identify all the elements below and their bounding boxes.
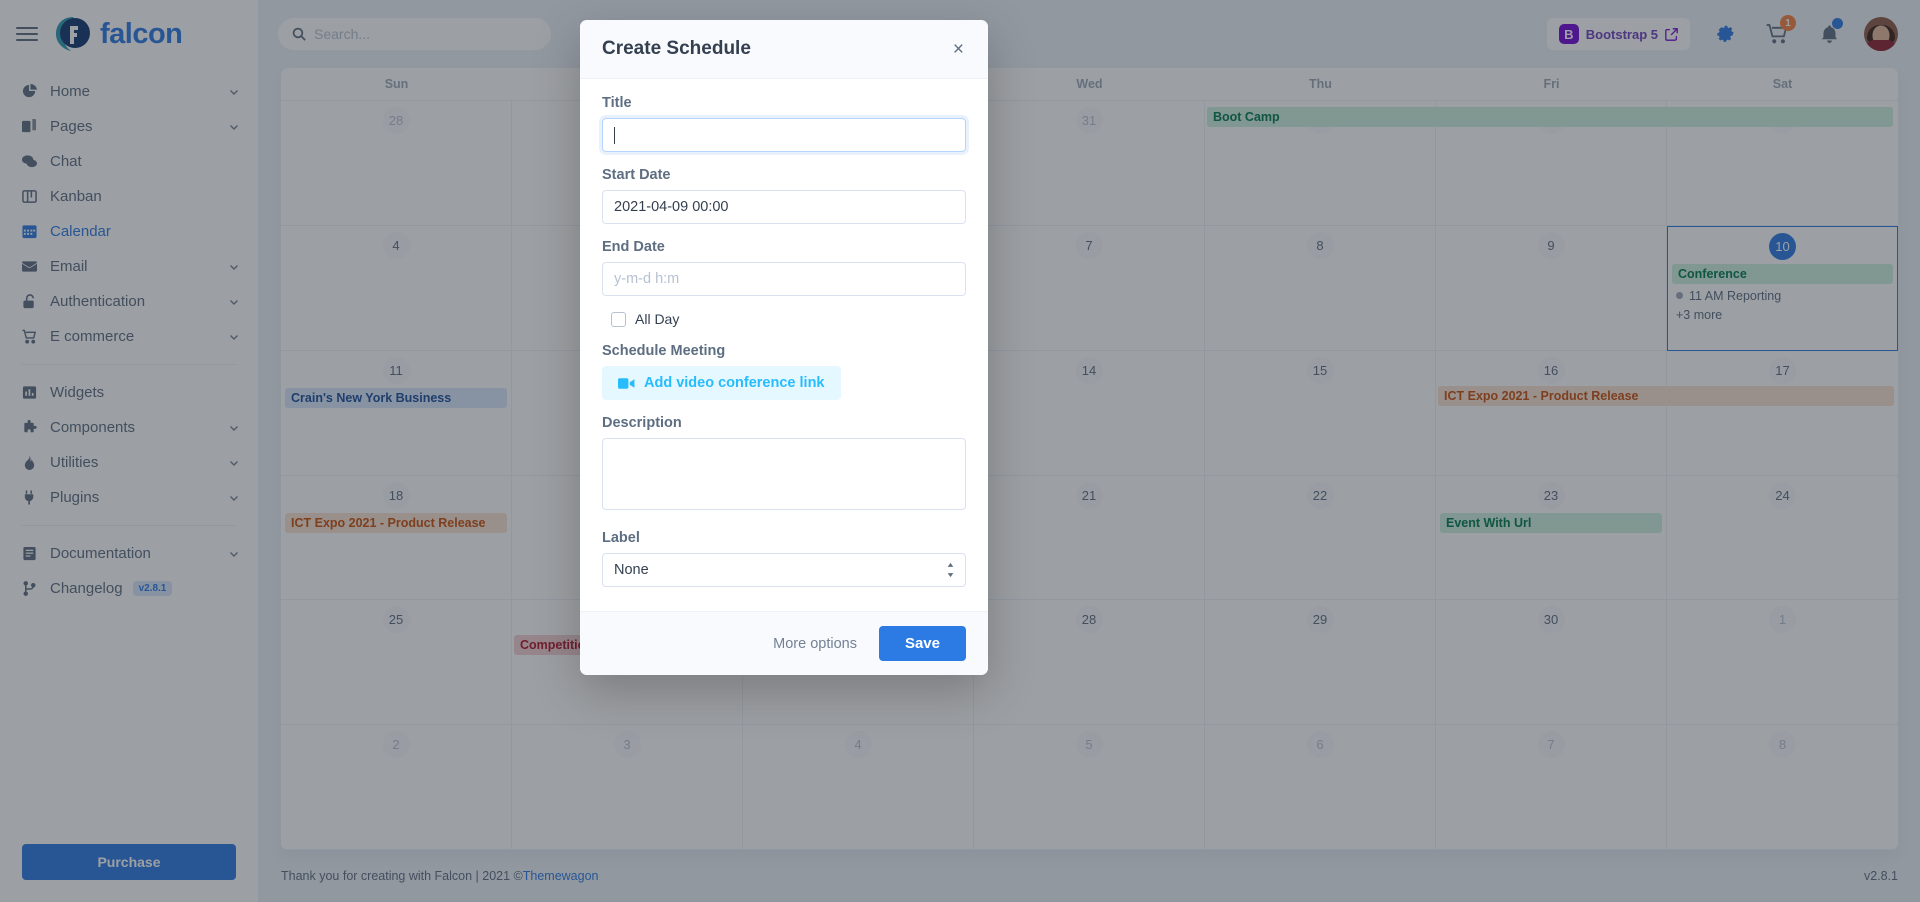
text-caret xyxy=(614,126,615,144)
title-label: Title xyxy=(602,95,632,111)
field-start-date: Start Date xyxy=(602,167,966,224)
end-date-label: End Date xyxy=(602,239,665,255)
label-select-wrap: None xyxy=(602,553,966,587)
field-title: Title xyxy=(602,95,966,152)
field-end-date: End Date xyxy=(602,239,966,296)
add-video-conference-link-label: Add video conference link xyxy=(644,375,825,391)
video-camera-icon xyxy=(618,377,635,390)
save-button[interactable]: Save xyxy=(878,626,966,661)
modal-footer: More options Save xyxy=(580,611,988,675)
modal-header: Create Schedule × xyxy=(580,20,988,79)
add-video-conference-link-button[interactable]: Add video conference link xyxy=(602,366,841,400)
modal-title: Create Schedule xyxy=(602,38,751,59)
field-schedule-meeting: Schedule Meeting Add video conference li… xyxy=(602,343,966,400)
start-date-label: Start Date xyxy=(602,167,671,183)
allday-label[interactable]: All Day xyxy=(635,311,679,327)
close-icon[interactable]: × xyxy=(951,38,966,61)
allday-checkbox[interactable] xyxy=(611,311,626,327)
schedule-meeting-label: Schedule Meeting xyxy=(602,343,726,359)
field-label: Label None xyxy=(602,530,966,587)
description-label: Description xyxy=(602,415,682,431)
start-date-input[interactable] xyxy=(602,190,966,224)
label-label: Label xyxy=(602,530,640,546)
end-date-input[interactable] xyxy=(602,262,966,296)
more-options-button[interactable]: More options xyxy=(769,630,861,658)
modal-body: Title Start Date End Date All Day Schedu… xyxy=(580,79,988,611)
title-input[interactable] xyxy=(602,118,966,152)
label-select[interactable]: None xyxy=(602,553,966,587)
field-description: Description xyxy=(602,415,966,515)
description-textarea[interactable] xyxy=(602,438,966,510)
create-schedule-modal: Create Schedule × Title Start Date End D… xyxy=(580,20,988,675)
allday-row: All Day xyxy=(611,311,966,327)
